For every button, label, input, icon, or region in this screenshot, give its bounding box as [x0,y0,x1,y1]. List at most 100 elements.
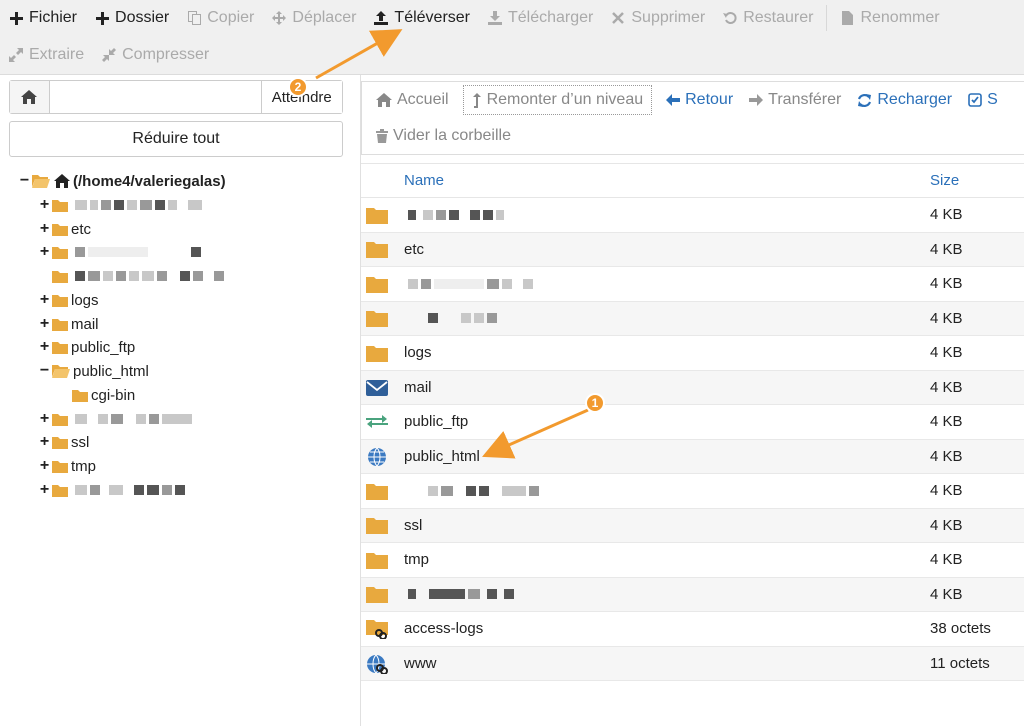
folder-icon [52,484,68,497]
path-input[interactable] [49,81,261,113]
file-size: 4 KB [930,585,963,603]
tree-item-public-ftp[interactable]: + public_ftp [38,336,135,358]
restore-button[interactable]: Restaurer [714,0,822,36]
tree-item[interactable]: + [38,479,185,501]
table-row[interactable]: 4 KB [361,474,1024,509]
globe-icon [366,447,388,467]
file-name: public_html [404,447,480,465]
tree-item-tmp[interactable]: + tmp [38,455,96,477]
table-row[interactable]: 4 KB [361,198,1024,233]
tree-root[interactable]: − (/home4/valeriegalas) [18,170,226,192]
step-badge-2: 2 [288,77,308,97]
file-size: 11 octets [930,654,990,672]
file-table: Name Size 4 KB etc 4 KB 4 KB 4 KB logs 4 KB mai… [361,163,1024,681]
tree-item-ssl[interactable]: + ssl [38,431,90,453]
file-size: 4 KB [930,516,963,534]
table-row[interactable]: etc 4 KB [361,232,1024,267]
file-name: www [404,654,437,672]
table-row[interactable]: mail 4 KB [361,370,1024,405]
globe-link-icon [366,654,388,674]
close-icon [611,11,625,25]
tree-item[interactable] [38,265,224,287]
compress-button[interactable]: Compresser [93,37,218,73]
redacted-text [408,313,497,324]
toolbar-divider [826,5,828,31]
folder-icon [52,436,68,449]
toolbar-row-2: Extraire Compresser [0,37,218,73]
tree-item-mail[interactable]: + mail [38,313,99,335]
collapse-all-button[interactable]: Réduire tout [9,121,343,157]
plus-icon [9,11,23,25]
folder-icon [366,309,388,329]
home-button[interactable]: Accueil [368,85,457,115]
file-name: access-logs [404,620,484,638]
table-row[interactable]: www 11 octets [361,646,1024,681]
file-pane: Accueil Remonter d’un niveau Retour Tran… [361,75,1024,726]
redacted-text [75,485,185,495]
new-file-button[interactable]: Fichier [0,0,86,36]
download-button[interactable]: Télécharger [479,0,602,36]
file-size: 4 KB [930,482,963,500]
file-size: 38 octets [930,620,991,638]
tree-item[interactable]: + [38,194,202,216]
folder-icon [52,270,68,283]
table-row[interactable]: logs 4 KB [361,336,1024,371]
file-size: 4 KB [930,447,963,465]
move-icon [272,11,287,25]
redacted-text [408,589,514,600]
home-icon[interactable] [10,81,50,113]
new-folder-button[interactable]: Dossier [86,0,178,36]
tree-item[interactable]: + [38,241,201,263]
folder-icon [52,460,68,473]
column-header-name[interactable]: Name [404,172,444,189]
redacted-text [408,485,539,496]
table-row[interactable]: 4 KB [361,267,1024,302]
tree-item-public-html[interactable]: − public_html [38,360,149,382]
reload-button[interactable]: Recharger [849,85,960,115]
folder-icon [366,550,388,570]
column-header-size[interactable]: Size [930,172,959,189]
upload-button[interactable]: Téléverser [365,0,479,36]
folder-icon [366,516,388,536]
table-row[interactable]: 4 KB [361,301,1024,336]
table-row[interactable]: 4 KB [361,577,1024,612]
tree-item-logs[interactable]: + logs [38,289,99,311]
file-size: 4 KB [930,206,963,224]
move-button[interactable]: Déplacer [263,0,365,36]
empty-trash-button[interactable]: Vider la corbeille [368,121,519,151]
table-row[interactable]: ssl 4 KB [361,508,1024,543]
file-name: mail [404,378,432,396]
trash-icon [376,129,388,143]
file-name: etc [404,240,425,258]
back-button[interactable]: Retour [658,85,741,115]
rename-button[interactable]: Renommer [831,0,948,36]
folder-icon [52,246,68,259]
folder-icon [52,223,68,236]
forward-button[interactable]: Transférer [741,85,849,115]
table-row[interactable]: access-logs 38 octets [361,612,1024,647]
file-size: 4 KB [930,551,963,569]
redacted-text [75,271,224,281]
arrow-right-icon [749,94,764,106]
tree-item-cgi-bin[interactable]: cgi-bin [58,384,135,406]
collapse-toggle[interactable]: − [18,172,31,190]
table-row[interactable]: public_html 4 KB [361,439,1024,474]
navigation-bar: Accueil Remonter d’un niveau Retour Tran… [361,81,1024,155]
select-all-button[interactable]: S [960,85,1006,115]
home-icon [54,174,70,188]
file-name: tmp [404,551,430,569]
tree-item[interactable]: + [38,408,192,430]
extract-button[interactable]: Extraire [0,37,93,73]
file-size: 4 KB [930,378,963,396]
table-row[interactable]: public_ftp 4 KB [361,405,1024,440]
up-one-level-button[interactable]: Remonter d’un niveau [462,85,653,115]
file-size: 4 KB [930,275,963,293]
folder-icon [52,413,68,426]
table-row[interactable]: tmp 4 KB [361,543,1024,578]
folder-icon [366,585,388,605]
delete-button[interactable]: Supprimer [602,0,714,36]
copy-button[interactable]: Copier [178,0,263,36]
folder-open-icon [52,364,70,378]
sidebar: Atteindre Réduire tout − (/home4/valerie… [0,75,361,726]
tree-item-etc[interactable]: + etc [38,218,91,240]
